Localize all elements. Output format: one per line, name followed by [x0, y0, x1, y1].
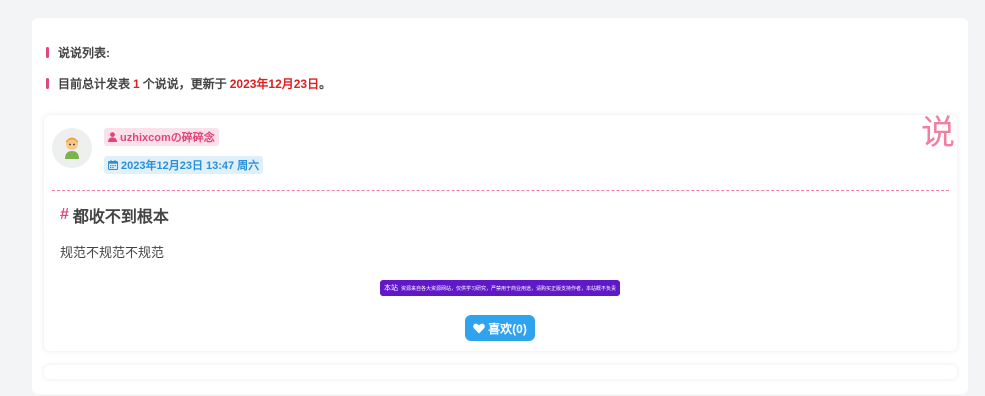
list-heading: 说说列表:: [46, 44, 110, 61]
corner-char: 说: [921, 113, 955, 153]
shuoshuo-card: 说 uzhixcomの碎碎念 2023年12月23日 13:47 周六 # 都收…: [44, 113, 957, 351]
post-title-text: 都收不到根本: [72, 209, 169, 226]
count-suffix: 。: [319, 77, 332, 91]
list-label: 说说列表:: [58, 46, 110, 60]
heading-marker: [46, 47, 49, 58]
shuoshuo-container: 说说列表: 目前总计发表 1 个说说，更新于 2023年12月23日 。 说 u…: [32, 18, 968, 394]
avatar[interactable]: [52, 128, 92, 168]
notice-banner: 本站 资源来自各大资源网站，仅供学习研究，严禁用于商业用途，请购买正版支持作者，…: [380, 280, 620, 296]
author-tag[interactable]: uzhixcomの碎碎念: [104, 128, 219, 146]
heart-icon: [473, 323, 485, 333]
like-label: 喜欢(0): [488, 321, 527, 336]
like-button[interactable]: 喜欢(0): [465, 315, 535, 341]
notice-prefix: 本站: [384, 285, 398, 292]
post-datetime: 2023年12月23日 13:47 周六: [121, 160, 260, 172]
updated-date: 2023年12月23日: [229, 77, 320, 91]
post-count-summary: 目前总计发表 1 个说说，更新于 2023年12月23日 。: [46, 75, 331, 92]
card-divider: [52, 190, 949, 191]
count-middle: 个说说，更新于: [142, 77, 227, 91]
author-name: uzhixcomの碎碎念: [120, 132, 215, 144]
next-card: [44, 365, 957, 379]
post-title: # 都收不到根本: [60, 203, 169, 227]
date-tag: 2023年12月23日 13:47 周六: [104, 156, 264, 174]
user-icon: [108, 132, 117, 142]
cartoon-avatar-icon: [65, 137, 79, 159]
post-count: 1: [133, 76, 140, 91]
summary-marker: [46, 78, 49, 89]
notice-text: 资源来自各大资源网站，仅供学习研究，严禁用于商业用途，请购买正版支持作者，本站概…: [401, 285, 617, 292]
count-prefix: 目前总计发表: [58, 77, 131, 91]
calendar-icon: [108, 160, 118, 170]
hash-icon: #: [60, 206, 69, 223]
post-body: 规范不规范不规范: [60, 245, 165, 260]
